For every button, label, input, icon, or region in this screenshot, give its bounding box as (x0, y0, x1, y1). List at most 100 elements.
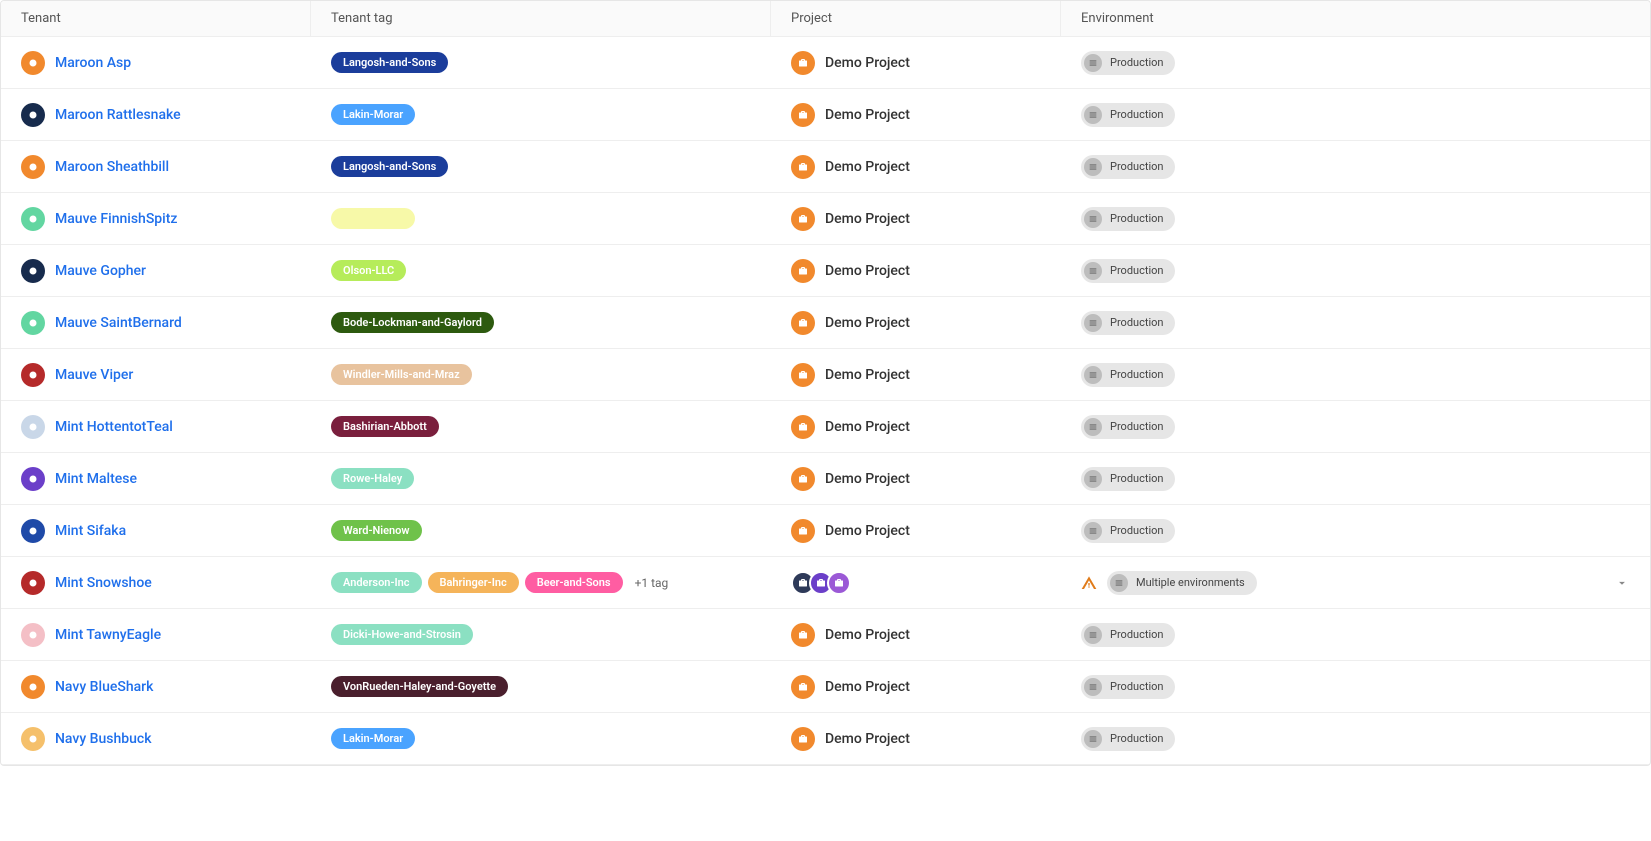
env-chip[interactable]: Production (1081, 467, 1175, 491)
tenant-avatar-icon (21, 363, 45, 387)
project-name[interactable]: Demo Project (825, 523, 910, 539)
env-chip[interactable]: Production (1081, 675, 1175, 699)
env-chip[interactable]: Multiple environments (1107, 571, 1257, 595)
env-chip[interactable]: Production (1081, 415, 1175, 439)
extra-tags-count[interactable]: +1 tag (635, 576, 669, 590)
project-name[interactable]: Demo Project (825, 367, 910, 383)
project-name[interactable]: Demo Project (825, 211, 910, 227)
project-cell: Demo Project (771, 363, 1061, 387)
tenant-link[interactable]: Mint Maltese (55, 471, 137, 487)
env-icon (1084, 54, 1102, 72)
tenant-tag[interactable]: Rowe-Haley (331, 468, 414, 489)
tenant-tag[interactable]: Ward-Nienow (331, 520, 422, 541)
project-cell: Demo Project (771, 727, 1061, 751)
col-tag[interactable]: Tenant tag (311, 1, 771, 36)
env-chip[interactable]: Production (1081, 259, 1175, 283)
tenant-link[interactable]: Mint HottentotTeal (55, 419, 173, 435)
col-tenant[interactable]: Tenant (1, 1, 311, 36)
tenant-link[interactable]: Navy Bushbuck (55, 731, 152, 747)
env-chip[interactable]: Production (1081, 155, 1175, 179)
env-chip[interactable]: Production (1081, 207, 1175, 231)
tenant-avatar-icon (21, 415, 45, 439)
tenant-tag[interactable]: Lakin-Morar (331, 728, 415, 749)
tenant-link[interactable]: Mauve FinnishSpitz (55, 211, 177, 227)
env-label: Production (1110, 56, 1163, 69)
env-label: Production (1110, 420, 1163, 433)
env-cell: Production (1061, 259, 1650, 283)
project-cell: Demo Project (771, 155, 1061, 179)
tenant-tag[interactable]: Anderson-Inc (331, 572, 422, 593)
tenant-cell: Mint Sifaka (1, 519, 311, 543)
project-name[interactable]: Demo Project (825, 627, 910, 643)
tenant-tag[interactable]: Beer-and-Sons (525, 572, 623, 593)
tenant-link[interactable]: Mint TawnyEagle (55, 627, 161, 643)
tenant-link[interactable]: Maroon Sheathbill (55, 159, 169, 175)
env-cell: Production (1061, 519, 1650, 543)
project-cell: Demo Project (771, 415, 1061, 439)
tag-cell: Olson-LLC (311, 260, 771, 281)
env-label: Production (1110, 108, 1163, 121)
project-name[interactable]: Demo Project (825, 471, 910, 487)
table-row: Maroon Rattlesnake Lakin-Morar Demo Projec… (1, 89, 1650, 141)
env-chip[interactable]: Production (1081, 519, 1175, 543)
env-chip[interactable]: Production (1081, 727, 1175, 751)
tenant-tag[interactable]: Langosh-and-Sons (331, 52, 448, 73)
tenant-tag[interactable]: Lakin-Morar (331, 104, 415, 125)
env-cell: Production (1061, 415, 1650, 439)
chevron-down-icon[interactable] (1614, 575, 1630, 591)
col-env[interactable]: Environment (1061, 1, 1650, 36)
project-cell: Demo Project (771, 675, 1061, 699)
col-project[interactable]: Project (771, 1, 1061, 36)
tenant-tag[interactable]: Wuckert-Inc (331, 208, 415, 229)
tenant-avatar-icon (21, 103, 45, 127)
tenant-cell: Mint HottentotTeal (1, 415, 311, 439)
project-name[interactable]: Demo Project (825, 107, 910, 123)
tenant-cell: Mauve FinnishSpitz (1, 207, 311, 231)
project-mini-icon (827, 571, 851, 595)
env-chip[interactable]: Production (1081, 103, 1175, 127)
tenant-link[interactable]: Mauve SaintBernard (55, 315, 182, 331)
warning-icon (1081, 575, 1097, 591)
table-row: Navy Bushbuck Lakin-Morar Demo Project Prod… (1, 713, 1650, 765)
project-name[interactable]: Demo Project (825, 679, 910, 695)
tenant-cell: Mint TawnyEagle (1, 623, 311, 647)
table-row: Mauve SaintBernard Bode-Lockman-and-Gaylo… (1, 297, 1650, 349)
project-multi-icons[interactable] (791, 571, 851, 595)
tenant-tag[interactable]: Langosh-and-Sons (331, 156, 448, 177)
env-cell: Production (1061, 155, 1650, 179)
project-name[interactable]: Demo Project (825, 419, 910, 435)
tenant-tag[interactable]: Bahringer-Inc (428, 572, 519, 593)
tenant-link[interactable]: Mauve Gopher (55, 263, 146, 279)
project-name[interactable]: Demo Project (825, 263, 910, 279)
table-row: Mint Maltese Rowe-Haley Demo Project Produc… (1, 453, 1650, 505)
project-name[interactable]: Demo Project (825, 55, 910, 71)
tenant-link[interactable]: Maroon Rattlesnake (55, 107, 181, 123)
env-cell: Production (1061, 623, 1650, 647)
tenant-tag[interactable]: Olson-LLC (331, 260, 406, 281)
tag-cell: Anderson-Inc Bahringer-Inc Beer-and-Sons +1… (311, 572, 771, 593)
env-chip[interactable]: Production (1081, 51, 1175, 75)
project-icon (791, 363, 815, 387)
env-cell: Production (1061, 727, 1650, 751)
tenant-tag[interactable]: Dicki-Howe-and-Strosin (331, 624, 473, 645)
tenant-link[interactable]: Mint Sifaka (55, 523, 126, 539)
env-chip[interactable]: Production (1081, 623, 1175, 647)
env-cell: Production (1061, 363, 1650, 387)
project-name[interactable]: Demo Project (825, 159, 910, 175)
tenant-link[interactable]: Mauve Viper (55, 367, 133, 383)
project-name[interactable]: Demo Project (825, 315, 910, 331)
project-name[interactable]: Demo Project (825, 731, 910, 747)
tenant-tag[interactable]: Bode-Lockman-and-Gaylord (331, 312, 494, 333)
tenant-link[interactable]: Maroon Asp (55, 55, 131, 71)
env-chip[interactable]: Production (1081, 311, 1175, 335)
tenant-tag[interactable]: VonRueden-Haley-and-Goyette (331, 676, 508, 697)
table-row: Mauve FinnishSpitz Wuckert-Inc Demo Projec… (1, 193, 1650, 245)
tenant-link[interactable]: Navy BlueShark (55, 679, 153, 695)
project-icon (791, 311, 815, 335)
tenant-tag[interactable]: Windler-Mills-and-Mraz (331, 364, 472, 385)
env-label: Production (1110, 628, 1163, 641)
tenant-link[interactable]: Mint Snowshoe (55, 575, 152, 591)
tag-cell: Wuckert-Inc (311, 208, 771, 229)
tenant-tag[interactable]: Bashirian-Abbott (331, 416, 439, 437)
env-chip[interactable]: Production (1081, 363, 1175, 387)
